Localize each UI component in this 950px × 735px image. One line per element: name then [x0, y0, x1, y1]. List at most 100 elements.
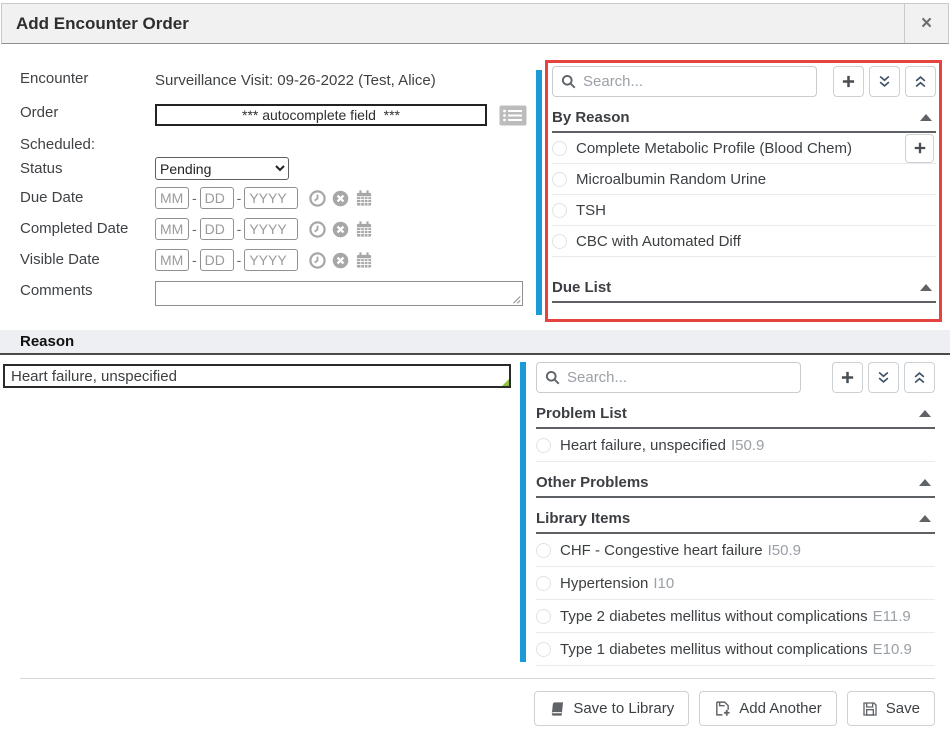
order-picker-search-row — [552, 66, 936, 97]
order-option-row[interactable]: Microalbumin Random Urine — [552, 164, 936, 195]
date-separator: - — [237, 221, 242, 237]
reason-picker-collapse-all-button[interactable] — [904, 362, 935, 393]
order-picker-collapse-all-button[interactable] — [905, 66, 936, 97]
reason-input[interactable] — [3, 364, 511, 388]
reason-option-row[interactable]: CHF - Congestive heart failure I50.9 — [536, 534, 935, 567]
reason-option-label: Type 1 diabetes mellitus without complic… — [560, 641, 868, 658]
completed-date-clock-icon[interactable] — [309, 221, 326, 238]
reason-picker-add-button[interactable] — [832, 362, 863, 393]
save-label: Save — [886, 700, 920, 717]
section-header-by-reason[interactable]: By Reason — [552, 103, 936, 133]
radio-icon[interactable] — [552, 203, 567, 218]
scheduled-label: Scheduled: — [20, 136, 95, 153]
visible-date-calendar-icon[interactable] — [355, 252, 373, 269]
due-date-row: -- — [155, 187, 373, 209]
order-option-label: CBC with Automated Diff — [576, 233, 741, 250]
date-separator: - — [237, 190, 242, 206]
close-icon: × — [921, 13, 932, 35]
order-option-add-button[interactable] — [905, 134, 934, 163]
search-icon — [561, 74, 576, 89]
section-header-library-items[interactable]: Library Items — [536, 504, 935, 534]
close-button[interactable]: × — [904, 4, 948, 43]
order-picker-panel: By Reason Complete Metabolic Profile (Bl… — [552, 66, 936, 303]
double-chevron-down-icon — [876, 370, 891, 385]
add-another-label: Add Another — [739, 700, 822, 717]
save-button[interactable]: Save — [847, 691, 935, 726]
radio-icon[interactable] — [536, 438, 551, 453]
comments-label: Comments — [20, 282, 93, 299]
radio-icon[interactable] — [536, 576, 551, 591]
reason-option-row[interactable]: Heart failure, unspecified I50.9 — [536, 429, 935, 462]
order-option-row[interactable]: CBC with Automated Diff — [552, 226, 936, 257]
status-label: Status — [20, 160, 63, 177]
section-header-other-problems[interactable]: Other Problems — [536, 468, 935, 498]
footer-divider — [20, 678, 935, 679]
radio-icon[interactable] — [552, 172, 567, 187]
collapse-caret-icon — [919, 479, 931, 486]
reason-option-row[interactable]: Type 1 diabetes mellitus without complic… — [536, 633, 935, 666]
visible-date-year-input[interactable] — [244, 249, 298, 271]
completed-date-row: -- — [155, 218, 373, 240]
diagnosis-code: E10.9 — [873, 641, 912, 658]
double-chevron-up-icon — [912, 370, 927, 385]
search-icon — [545, 370, 560, 385]
order-option-row[interactable]: TSH — [552, 195, 936, 226]
reason-picker-search-box[interactable] — [536, 362, 801, 393]
reason-option-row[interactable]: Type 2 diabetes mellitus without complic… — [536, 600, 935, 633]
radio-icon[interactable] — [536, 543, 551, 558]
date-separator: - — [192, 221, 197, 237]
due-date-year-input[interactable] — [244, 187, 298, 209]
plus-icon — [840, 370, 855, 385]
order-picker-add-button[interactable] — [833, 66, 864, 97]
radio-icon[interactable] — [536, 609, 551, 624]
order-picker-search-input[interactable] — [583, 73, 808, 90]
save-icon — [862, 701, 878, 717]
due-date-month-input[interactable] — [155, 187, 189, 209]
section-header-due-list[interactable]: Due List — [552, 273, 936, 303]
add-another-button[interactable]: Add Another — [699, 691, 837, 726]
order-picker-expand-all-button[interactable] — [869, 66, 900, 97]
order-option-label: Microalbumin Random Urine — [576, 171, 766, 188]
radio-icon[interactable] — [552, 234, 567, 249]
save-to-library-button[interactable]: Save to Library — [534, 691, 689, 726]
due-date-clock-icon[interactable] — [309, 190, 326, 207]
save-plus-icon — [714, 700, 731, 717]
reason-option-label: Type 2 diabetes mellitus without complic… — [560, 608, 868, 625]
visible-date-day-input[interactable] — [200, 249, 234, 271]
order-autocomplete-input[interactable] — [155, 104, 487, 126]
comments-textarea[interactable] — [155, 281, 523, 306]
reason-option-label: CHF - Congestive heart failure — [560, 542, 763, 559]
section-title: By Reason — [552, 109, 630, 126]
due-date-label: Due Date — [20, 189, 83, 206]
order-picker-search-box[interactable] — [552, 66, 817, 97]
visible-date-clock-icon[interactable] — [309, 252, 326, 269]
completed-date-calendar-icon[interactable] — [355, 221, 373, 238]
completed-date-year-input[interactable] — [244, 218, 298, 240]
visible-date-label: Visible Date — [20, 251, 100, 268]
double-chevron-up-icon — [913, 74, 928, 89]
plus-icon — [913, 141, 927, 155]
radio-icon[interactable] — [552, 141, 567, 156]
completed-date-clear-icon[interactable] — [332, 221, 349, 238]
section-header-problem-list[interactable]: Problem List — [536, 399, 935, 429]
order-option-row[interactable]: Complete Metabolic Profile (Blood Chem) — [552, 133, 936, 164]
section-title: Due List — [552, 279, 611, 296]
visible-date-month-input[interactable] — [155, 249, 189, 271]
completed-date-day-input[interactable] — [200, 218, 234, 240]
order-option-label: TSH — [576, 202, 606, 219]
reason-field-wrap — [3, 364, 511, 388]
reason-option-row[interactable]: Hypertension I10 — [536, 567, 935, 600]
visible-date-clear-icon[interactable] — [332, 252, 349, 269]
due-date-calendar-icon[interactable] — [355, 190, 373, 207]
due-date-clear-icon[interactable] — [332, 190, 349, 207]
reason-picker-expand-all-button[interactable] — [868, 362, 899, 393]
status-select[interactable]: Pending — [155, 157, 289, 180]
reason-picker-search-input[interactable] — [567, 369, 792, 386]
order-picker-accent-bar — [536, 70, 542, 315]
order-browse-list-icon[interactable] — [499, 105, 527, 131]
due-date-day-input[interactable] — [200, 187, 234, 209]
collapse-caret-icon — [920, 284, 932, 291]
reason-picker-accent-bar — [520, 362, 526, 662]
completed-date-month-input[interactable] — [155, 218, 189, 240]
radio-icon[interactable] — [536, 642, 551, 657]
